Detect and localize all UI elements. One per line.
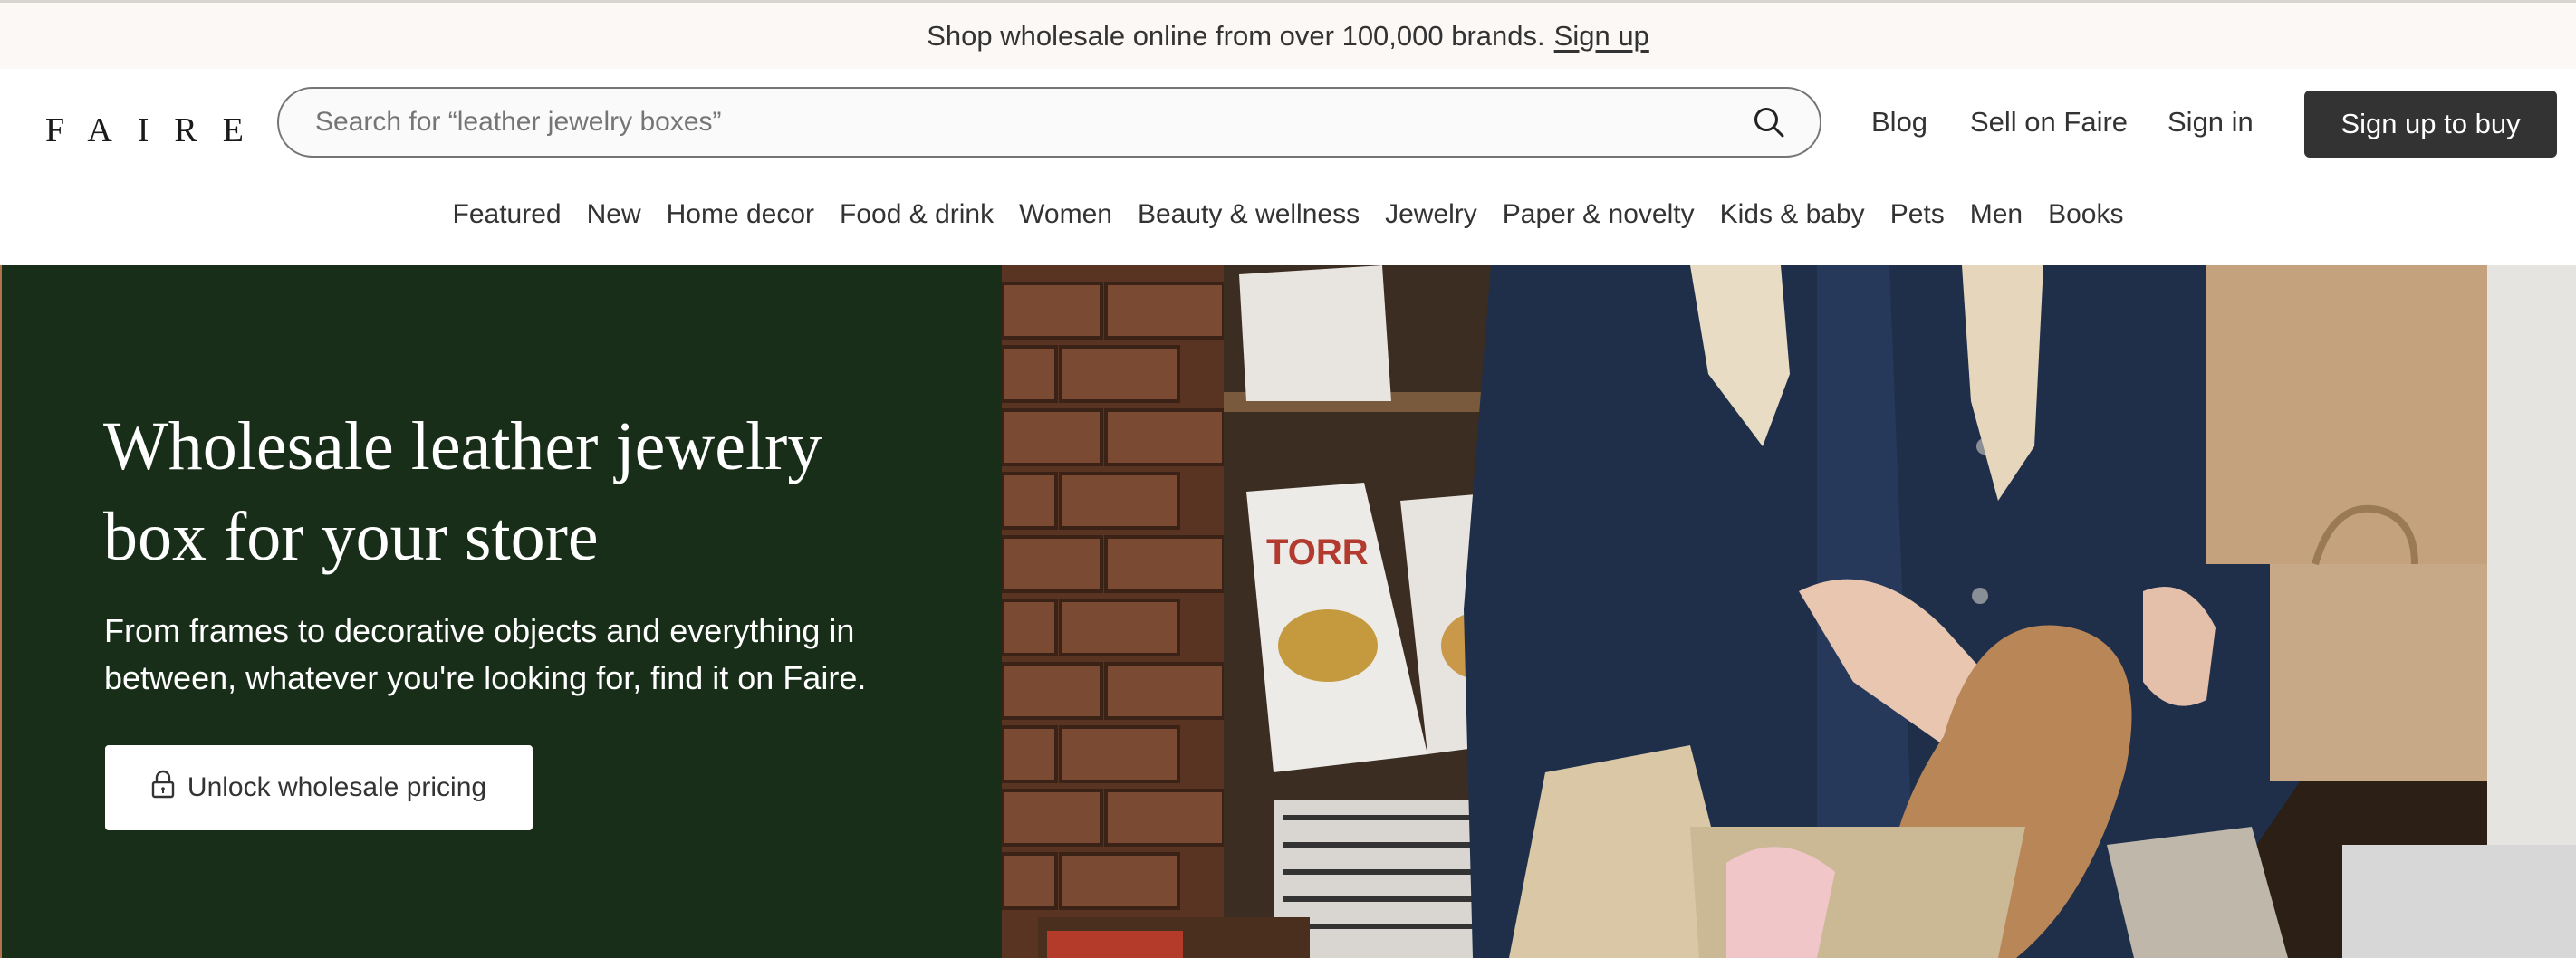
faire-logo[interactable]: FAIRE xyxy=(45,108,269,153)
hero-section: Wholesale leather jewelry box for your s… xyxy=(0,265,2576,958)
category-featured[interactable]: Featured xyxy=(453,199,562,230)
category-paper-novelty[interactable]: Paper & novelty xyxy=(1503,199,1695,230)
unlock-wholesale-pricing-button[interactable]: Unlock wholesale pricing xyxy=(105,745,533,830)
hero-photo: TORR xyxy=(1002,265,2576,958)
search-bar[interactable] xyxy=(277,87,1821,158)
nav-sell-on-faire-link[interactable]: Sell on Faire xyxy=(1970,106,2128,139)
category-beauty-wellness[interactable]: Beauty & wellness xyxy=(1138,199,1360,230)
lock-icon xyxy=(151,770,175,806)
hero-photo-illustration: TORR xyxy=(1002,265,2576,958)
category-nav: Featured New Home decor Food & drink Wom… xyxy=(0,192,2576,237)
sign-up-to-buy-button[interactable]: Sign up to buy xyxy=(2304,91,2557,158)
category-pets[interactable]: Pets xyxy=(1890,199,1945,230)
nav-blog-link[interactable]: Blog xyxy=(1871,106,1927,139)
nav-sign-in-link[interactable]: Sign in xyxy=(2167,106,2254,139)
nav-signin: Sign in xyxy=(2167,87,2254,158)
category-jewelry[interactable]: Jewelry xyxy=(1385,199,1477,230)
site-header: FAIRE Blog Sell on Faire Sign in Sign up… xyxy=(0,69,2576,250)
bag-brand-text: TORR xyxy=(1266,532,1369,572)
category-books[interactable]: Books xyxy=(2048,199,2123,230)
nav-blog: Blog xyxy=(1871,87,1927,158)
announcement-text: Shop wholesale online from over 100,000 … xyxy=(927,19,1545,52)
category-women[interactable]: Women xyxy=(1019,199,1112,230)
category-new[interactable]: New xyxy=(587,199,641,230)
unlock-button-label: Unlock wholesale pricing xyxy=(187,772,487,802)
announcement-signup-link[interactable]: Sign up xyxy=(1554,20,1649,53)
category-food-drink[interactable]: Food & drink xyxy=(840,199,994,230)
hero-panel: Wholesale leather jewelry box for your s… xyxy=(0,265,1002,958)
nav-sell: Sell on Faire xyxy=(1970,87,2128,158)
page: Shop wholesale online from over 100,000 … xyxy=(0,0,2576,958)
hero-title: Wholesale leather jewelry box for your s… xyxy=(103,408,822,575)
hero-subtitle: From frames to decorative objects and ev… xyxy=(104,612,867,696)
search-input[interactable] xyxy=(315,107,1751,138)
announcement-bar: Shop wholesale online from over 100,000 … xyxy=(0,0,2576,69)
category-kids-baby[interactable]: Kids & baby xyxy=(1720,199,1865,230)
category-home-decor[interactable]: Home decor xyxy=(667,199,814,230)
search-icon[interactable] xyxy=(1751,104,1787,140)
category-men[interactable]: Men xyxy=(1970,199,2023,230)
